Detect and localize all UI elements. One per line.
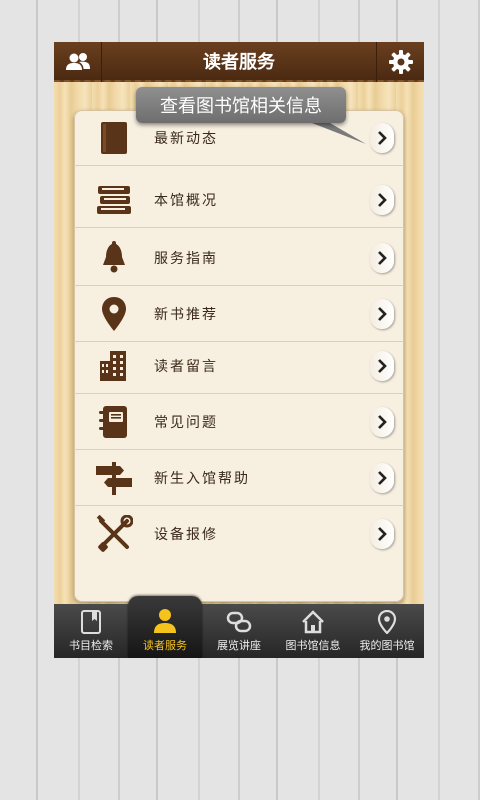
settings-button[interactable] [376,42,424,82]
chevron-right-icon [370,462,394,493]
menu-item-freshman-help[interactable]: 新生入馆帮助 [74,450,404,506]
menu-item-label: 读者留言 [154,358,218,375]
chevron-right-icon [370,406,394,437]
menu-item-label: 新书推荐 [154,306,218,323]
tab-exhibitions-lectures[interactable]: 展览讲座 [202,604,276,658]
tab-label: 我的图书馆 [359,639,415,652]
menu-item-label: 新生入馆帮助 [154,470,250,487]
signpost-icon [74,450,154,506]
tab-library-info[interactable]: 图书馆信息 [276,604,350,658]
person-icon [154,609,176,633]
menu-item-service-guide[interactable]: 服务指南 [74,230,404,286]
menu-item-label: 服务指南 [154,250,218,267]
tab-label: 图书馆信息 [285,639,341,652]
page-title: 读者服务 [203,52,275,73]
tab-label: 书目检索 [69,639,113,652]
tab-label: 读者服务 [143,639,187,652]
menu-item-faq[interactable]: 常见问题 [74,394,404,450]
tab-label: 展览讲座 [217,639,261,652]
menu-card: 最新动态 本馆概况 服务指南 新书推荐 读者留言 常见问题 新生入馆帮助 设备报… [74,110,404,602]
users-button[interactable] [54,42,102,82]
link-icon [226,611,252,633]
tab-catalog-search[interactable]: 书目检索 [54,604,128,658]
books-stack-icon [74,172,154,228]
notebook-icon [74,394,154,450]
users-icon [65,53,90,70]
menu-item-label: 本馆概况 [154,192,218,209]
chevron-right-icon [370,298,394,329]
tab-my-library[interactable]: 我的图书馆 [350,604,424,658]
menu-item-label: 常见问题 [154,414,218,431]
header-bar: 读者服务 [54,42,424,82]
buildings-icon [74,338,154,394]
gear-icon [388,50,413,74]
bell-icon [74,230,154,286]
tab-reader-service[interactable]: 读者服务 [128,596,202,658]
menu-item-library-overview[interactable]: 本馆概况 [74,172,404,228]
tooltip: 查看图书馆相关信息 [136,87,346,123]
chevron-right-icon [370,350,394,381]
location-pin-icon [74,286,154,342]
menu-item-new-books[interactable]: 新书推荐 [74,286,404,342]
chevron-right-icon [370,519,394,549]
chevron-right-icon [370,184,394,215]
app-screen: 读者服务 最新动态 本馆概况 服务指南 新书推荐 读者留言 常见问题 新生入馆帮… [54,42,424,658]
home-icon [302,610,324,634]
tools-icon [74,506,154,562]
chevron-right-icon [370,242,394,273]
menu-item-reader-messages[interactable]: 读者留言 [74,338,404,394]
bottom-tab-bar: 书目检索 读者服务 展览讲座 图书馆信息 我的图书馆 [54,596,424,658]
location-pin-icon [377,610,397,634]
menu-item-equipment-repair[interactable]: 设备报修 [74,506,404,562]
menu-item-label: 设备报修 [154,527,218,543]
bookmark-book-icon [81,610,101,634]
